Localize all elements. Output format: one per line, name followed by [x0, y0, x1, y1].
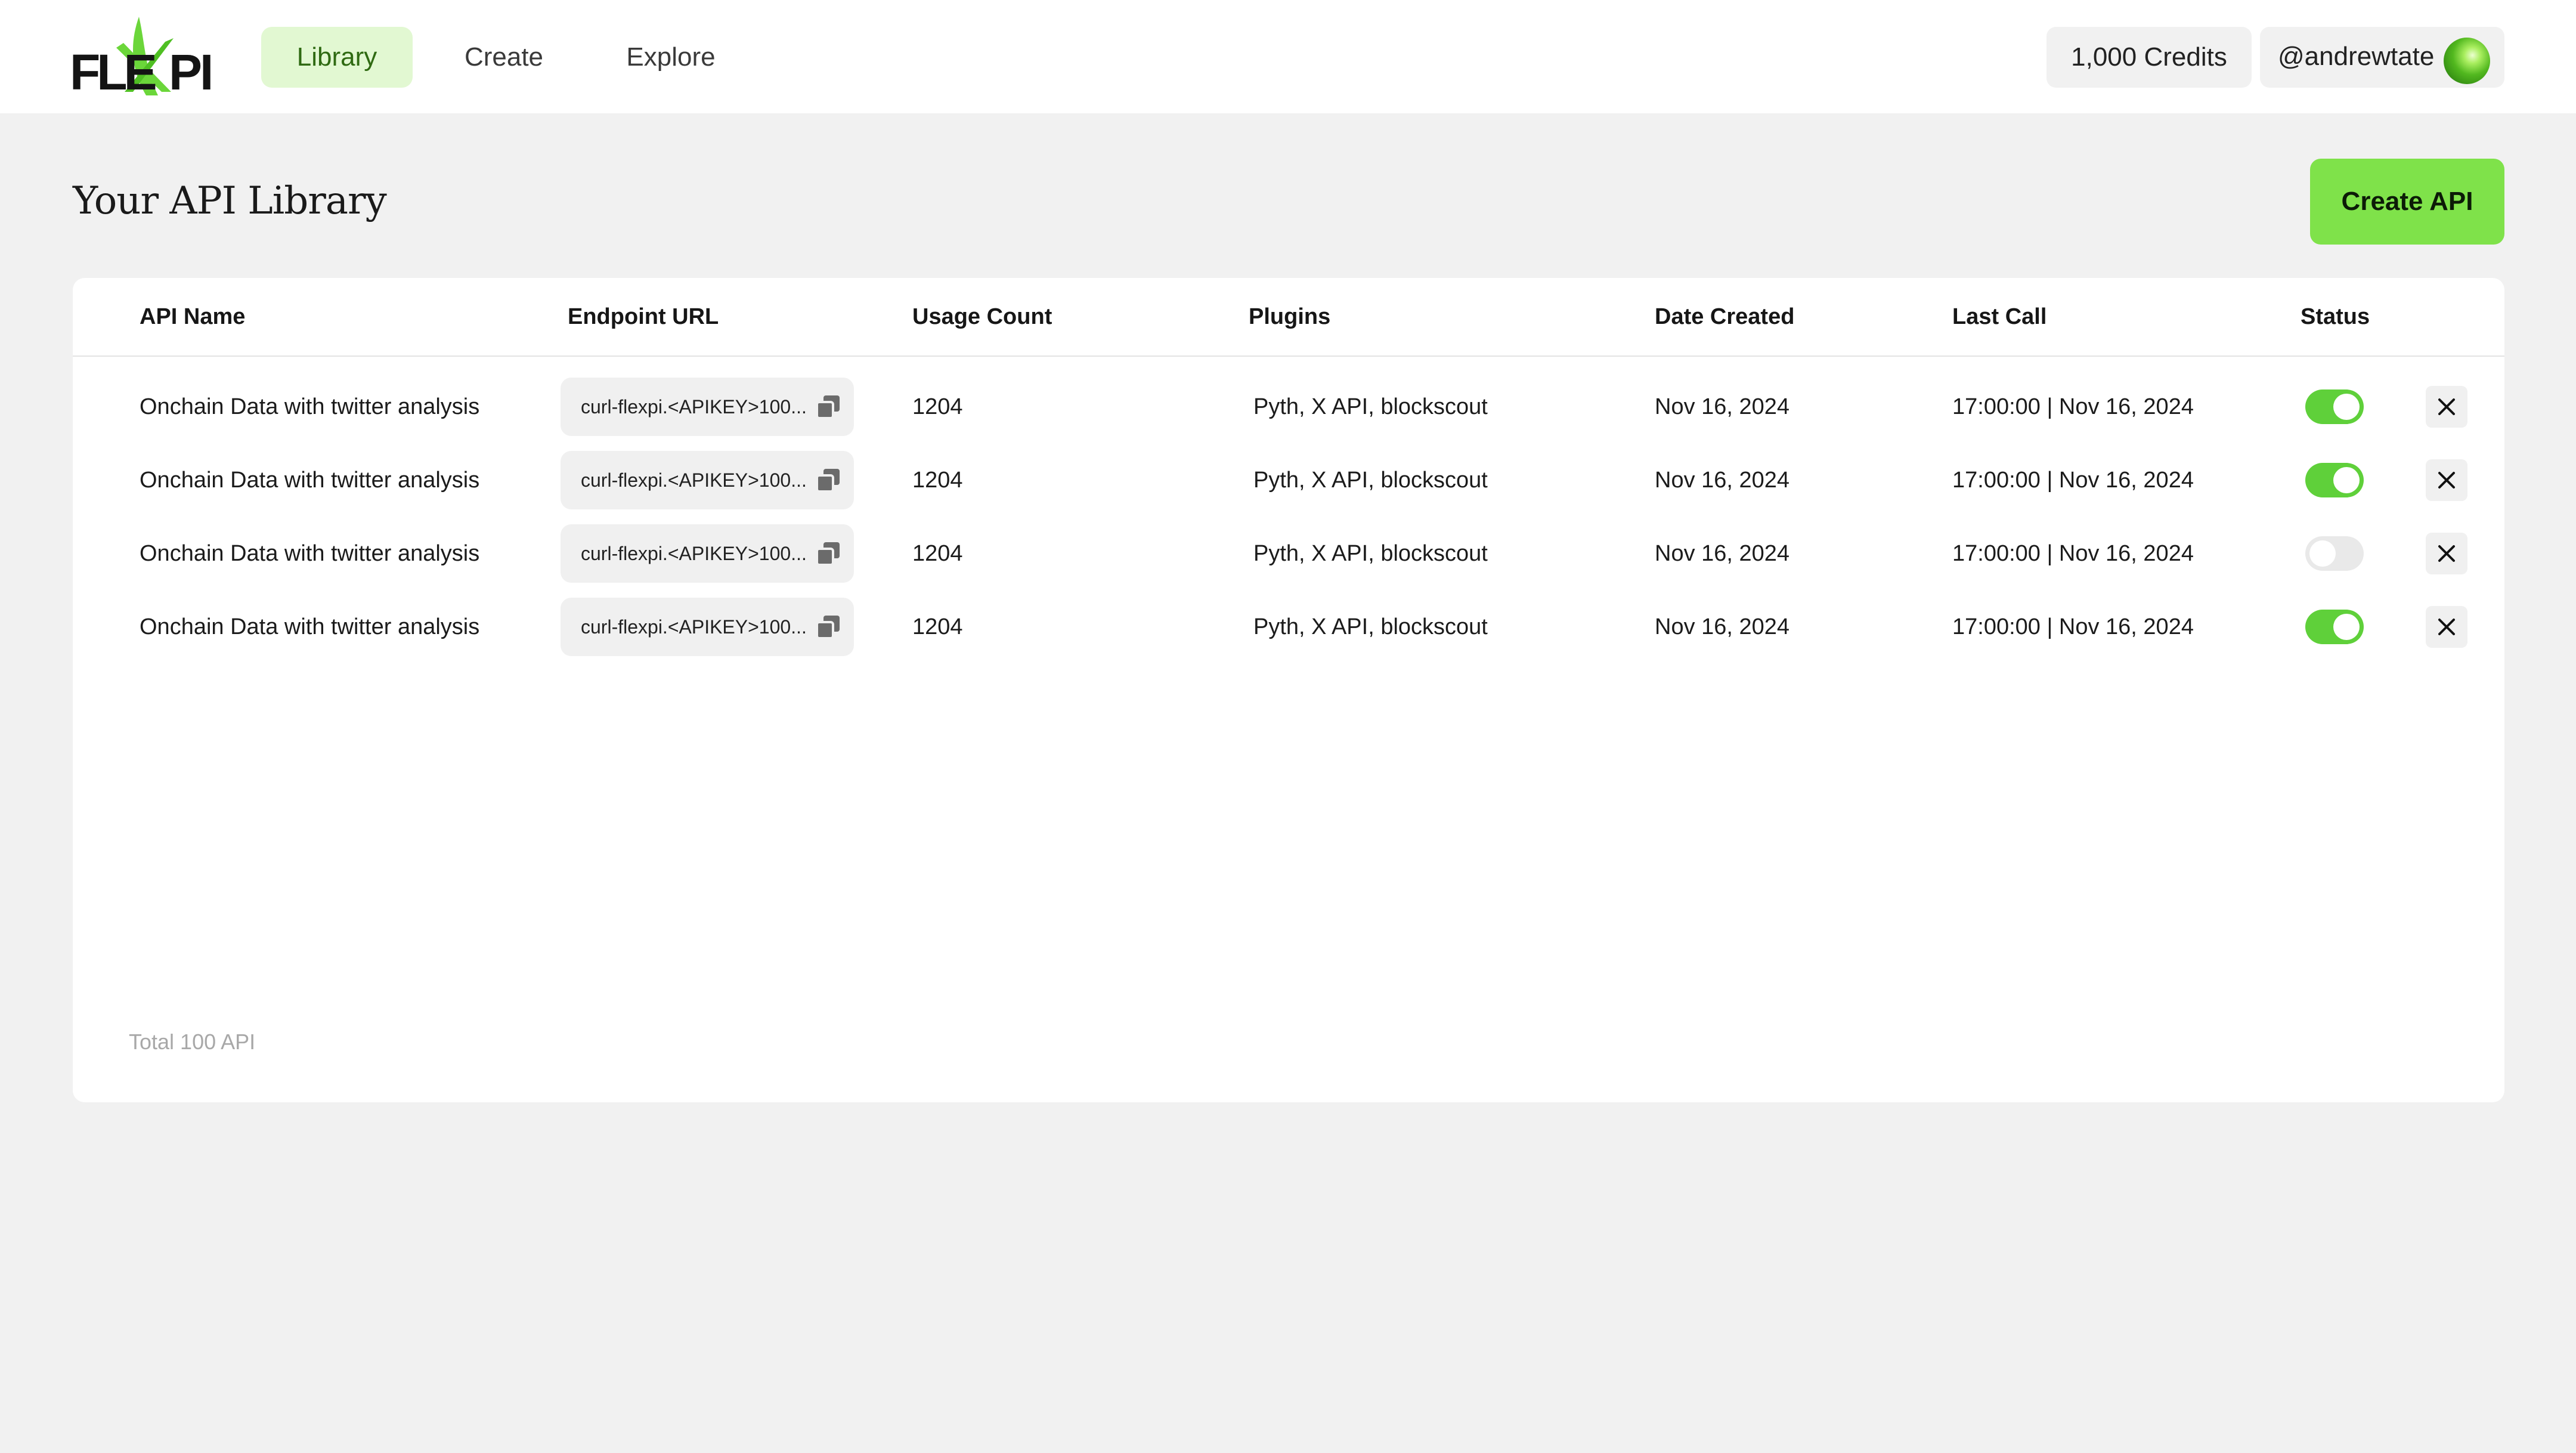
table-row[interactable]: Onchain Data with twitter analysis curl-…: [73, 447, 2504, 513]
username: @andrewtate: [2278, 42, 2435, 71]
endpoint-url-field[interactable]: curl-flexpi.<APIKEY>100...: [561, 598, 854, 656]
last-call: 17:00:00 | Nov 16, 2024: [1952, 614, 2194, 639]
status-toggle[interactable]: [2305, 610, 2364, 644]
create-api-button[interactable]: Create API: [2310, 159, 2504, 245]
last-call: 17:00:00 | Nov 16, 2024: [1952, 468, 2194, 493]
table-row[interactable]: Onchain Data with twitter analysis curl-…: [73, 521, 2504, 586]
date-created: Nov 16, 2024: [1655, 541, 1790, 566]
plugins: Pyth, X API, blockscout: [1253, 614, 1488, 639]
date-created: Nov 16, 2024: [1655, 468, 1790, 493]
endpoint-url-field[interactable]: curl-flexpi.<APIKEY>100...: [561, 378, 854, 436]
avatar: [2444, 38, 2490, 84]
close-icon: [2438, 398, 2455, 415]
plugins: Pyth, X API, blockscout: [1253, 541, 1488, 566]
usage-count: 1204: [912, 541, 963, 566]
last-call: 17:00:00 | Nov 16, 2024: [1952, 541, 2194, 566]
copy-icon[interactable]: [816, 541, 841, 566]
usage-count: 1204: [912, 614, 963, 639]
api-name: Onchain Data with twitter analysis: [140, 468, 480, 493]
column-header-date-created[interactable]: Date Created: [1655, 278, 1794, 355]
endpoint-url: curl-flexpi.<APIKEY>100...: [581, 396, 807, 418]
svg-text:PI: PI: [169, 44, 211, 95]
copy-icon[interactable]: [816, 614, 841, 639]
api-name: Onchain Data with twitter analysis: [140, 394, 480, 419]
column-header-api-name[interactable]: API Name: [140, 278, 245, 355]
plugins: Pyth, X API, blockscout: [1253, 468, 1488, 493]
column-header-plugins[interactable]: Plugins: [1249, 278, 1330, 355]
column-header-last-call[interactable]: Last Call: [1952, 278, 2046, 355]
column-header-endpoint-url[interactable]: Endpoint URL: [568, 278, 719, 355]
delete-button[interactable]: [2426, 533, 2467, 574]
toggle-knob: [2333, 467, 2360, 493]
column-header-status[interactable]: Status: [2301, 278, 2370, 355]
credits-badge[interactable]: 1,000 Credits: [2046, 27, 2252, 88]
table-row[interactable]: Onchain Data with twitter analysis curl-…: [73, 374, 2504, 440]
api-name: Onchain Data with twitter analysis: [140, 541, 480, 566]
close-icon: [2438, 619, 2455, 635]
delete-button[interactable]: [2426, 459, 2467, 501]
close-icon: [2438, 472, 2455, 489]
api-table: API Name Endpoint URL Usage Count Plugin…: [73, 278, 2504, 1102]
total-count: Total 100 API: [129, 1030, 256, 1054]
close-icon: [2438, 545, 2455, 562]
toggle-knob: [2309, 540, 2336, 567]
endpoint-url-field[interactable]: curl-flexpi.<APIKEY>100...: [561, 451, 854, 509]
tab-library[interactable]: Library: [261, 27, 413, 88]
delete-button[interactable]: [2426, 386, 2467, 428]
status-toggle[interactable]: [2305, 389, 2364, 424]
page-title: Your API Library: [73, 179, 387, 223]
usage-count: 1204: [912, 394, 963, 419]
date-created: Nov 16, 2024: [1655, 614, 1790, 639]
toggle-knob: [2333, 394, 2360, 420]
flexpi-logo[interactable]: FLE PI: [69, 12, 218, 100]
tab-create[interactable]: Create: [444, 27, 564, 88]
endpoint-url-field[interactable]: curl-flexpi.<APIKEY>100...: [561, 524, 854, 583]
toggle-knob: [2333, 614, 2360, 640]
header-divider: [73, 355, 2504, 357]
usage-count: 1204: [912, 468, 963, 493]
copy-icon[interactable]: [816, 394, 841, 419]
tab-explore[interactable]: Explore: [608, 27, 733, 88]
table-row[interactable]: Onchain Data with twitter analysis curl-…: [73, 594, 2504, 660]
user-menu[interactable]: @andrewtate: [2260, 27, 2504, 88]
column-header-usage-count[interactable]: Usage Count: [912, 278, 1052, 355]
copy-icon[interactable]: [816, 468, 841, 493]
endpoint-url: curl-flexpi.<APIKEY>100...: [581, 543, 807, 564]
date-created: Nov 16, 2024: [1655, 394, 1790, 419]
endpoint-url: curl-flexpi.<APIKEY>100...: [581, 469, 807, 491]
status-toggle[interactable]: [2305, 463, 2364, 497]
top-navbar: FLE PI Library Create Explore 1,000 Cred…: [0, 0, 2576, 113]
status-toggle[interactable]: [2305, 536, 2364, 571]
svg-text:FLE: FLE: [70, 44, 156, 95]
plugins: Pyth, X API, blockscout: [1253, 394, 1488, 419]
last-call: 17:00:00 | Nov 16, 2024: [1952, 394, 2194, 419]
endpoint-url: curl-flexpi.<APIKEY>100...: [581, 616, 807, 638]
api-name: Onchain Data with twitter analysis: [140, 614, 480, 639]
delete-button[interactable]: [2426, 606, 2467, 648]
